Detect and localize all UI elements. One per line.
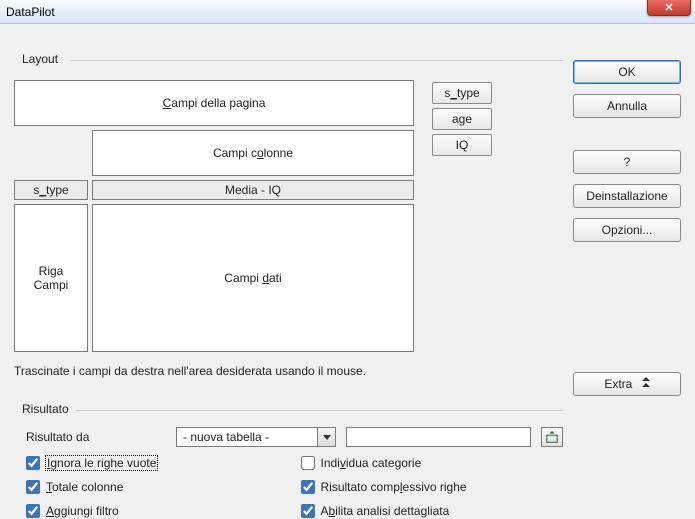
result-options-grid: Ignora le righe vuote Individua categori… [26,456,563,518]
extra-button[interactable]: Extra [573,372,681,396]
check-add-filter-label: Aggiungi filtro [46,504,119,518]
options-button[interactable]: Opzioni... [573,218,681,242]
row-layout-header: s_type [14,180,88,200]
dialog-button-column: OK Annulla ? Deinstallazione Opzioni... [573,60,681,242]
result-range-input[interactable] [346,427,531,447]
check-total-columns[interactable]: Totale colonne [26,480,289,494]
close-icon: ✕ [664,1,673,14]
titlebar: DataPilot [0,0,695,24]
data-fields-dropzone[interactable]: Campi dati [92,204,414,352]
check-ignore-empty-rows-label: Ignora le righe vuote [46,456,157,470]
ok-button[interactable]: OK [573,60,681,84]
column-fields-dropzone[interactable]: Campi colonne [92,130,414,176]
check-enable-drilldown-label: Abilita analisi dettagliata [321,504,450,518]
check-ignore-empty-rows[interactable]: Ignora le righe vuote [26,456,289,470]
column-fields-label: Campi colonne [213,146,293,160]
result-group-label: Risultato [18,402,73,416]
layout-group-line [70,60,563,61]
page-fields-dropzone[interactable]: Campi della pagina [14,80,414,126]
layout-group-label: Layout [18,52,62,66]
check-identify-categories[interactable]: Individua categorie [301,456,564,470]
field-button-stype[interactable]: s_type [432,82,492,104]
uninstall-button[interactable]: Deinstallazione [573,184,681,208]
cancel-button[interactable]: Annulla [573,94,681,118]
chevron-down-icon [317,428,335,446]
check-identify-categories-label: Individua categorie [321,456,422,470]
help-button[interactable]: ? [573,150,681,174]
result-destination-row: Risultato da - nuova tabella - [26,426,563,448]
result-from-label: Risultato da [26,430,166,444]
field-button-age[interactable]: age [432,108,492,130]
result-destination-value: - nuova tabella - [177,428,317,446]
result-group-line [76,410,563,411]
field-button-iq[interactable]: IQ [432,134,492,156]
dialog-client-area: OK Annulla ? Deinstallazione Opzioni... … [0,24,695,519]
disclose-up-icon [642,377,650,387]
result-destination-combo[interactable]: - nuova tabella - [176,427,336,447]
check-total-rows-label: Risultato complessivo righe [321,480,467,494]
shrink-icon [545,430,559,444]
shrink-reference-button[interactable] [541,427,563,447]
data-fields-label: Campi dati [224,271,281,285]
drag-hint-text: Trascinate i campi da destra nell'area d… [14,364,366,378]
window-title: DataPilot [6,5,55,19]
close-button[interactable]: ✕ [647,0,691,16]
check-enable-drilldown[interactable]: Abilita analisi dettagliata [301,504,564,518]
layout-group: Layout Campi della pagina Campi colonne … [14,52,563,392]
check-add-filter[interactable]: Aggiungi filtro [26,504,289,518]
extra-button-label: Extra [604,377,632,391]
page-fields-label: Campi della pagina [163,96,266,110]
data-layout-header: Media - IQ [92,180,414,200]
check-total-rows[interactable]: Risultato complessivo righe [301,480,564,494]
row-fields-dropzone[interactable]: Riga Campi [14,204,88,352]
check-total-columns-label: Totale colonne [46,480,123,494]
result-group: Risultato Risultato da - nuova tabella -… [14,402,563,513]
row-fields-label: Riga Campi [34,264,69,292]
